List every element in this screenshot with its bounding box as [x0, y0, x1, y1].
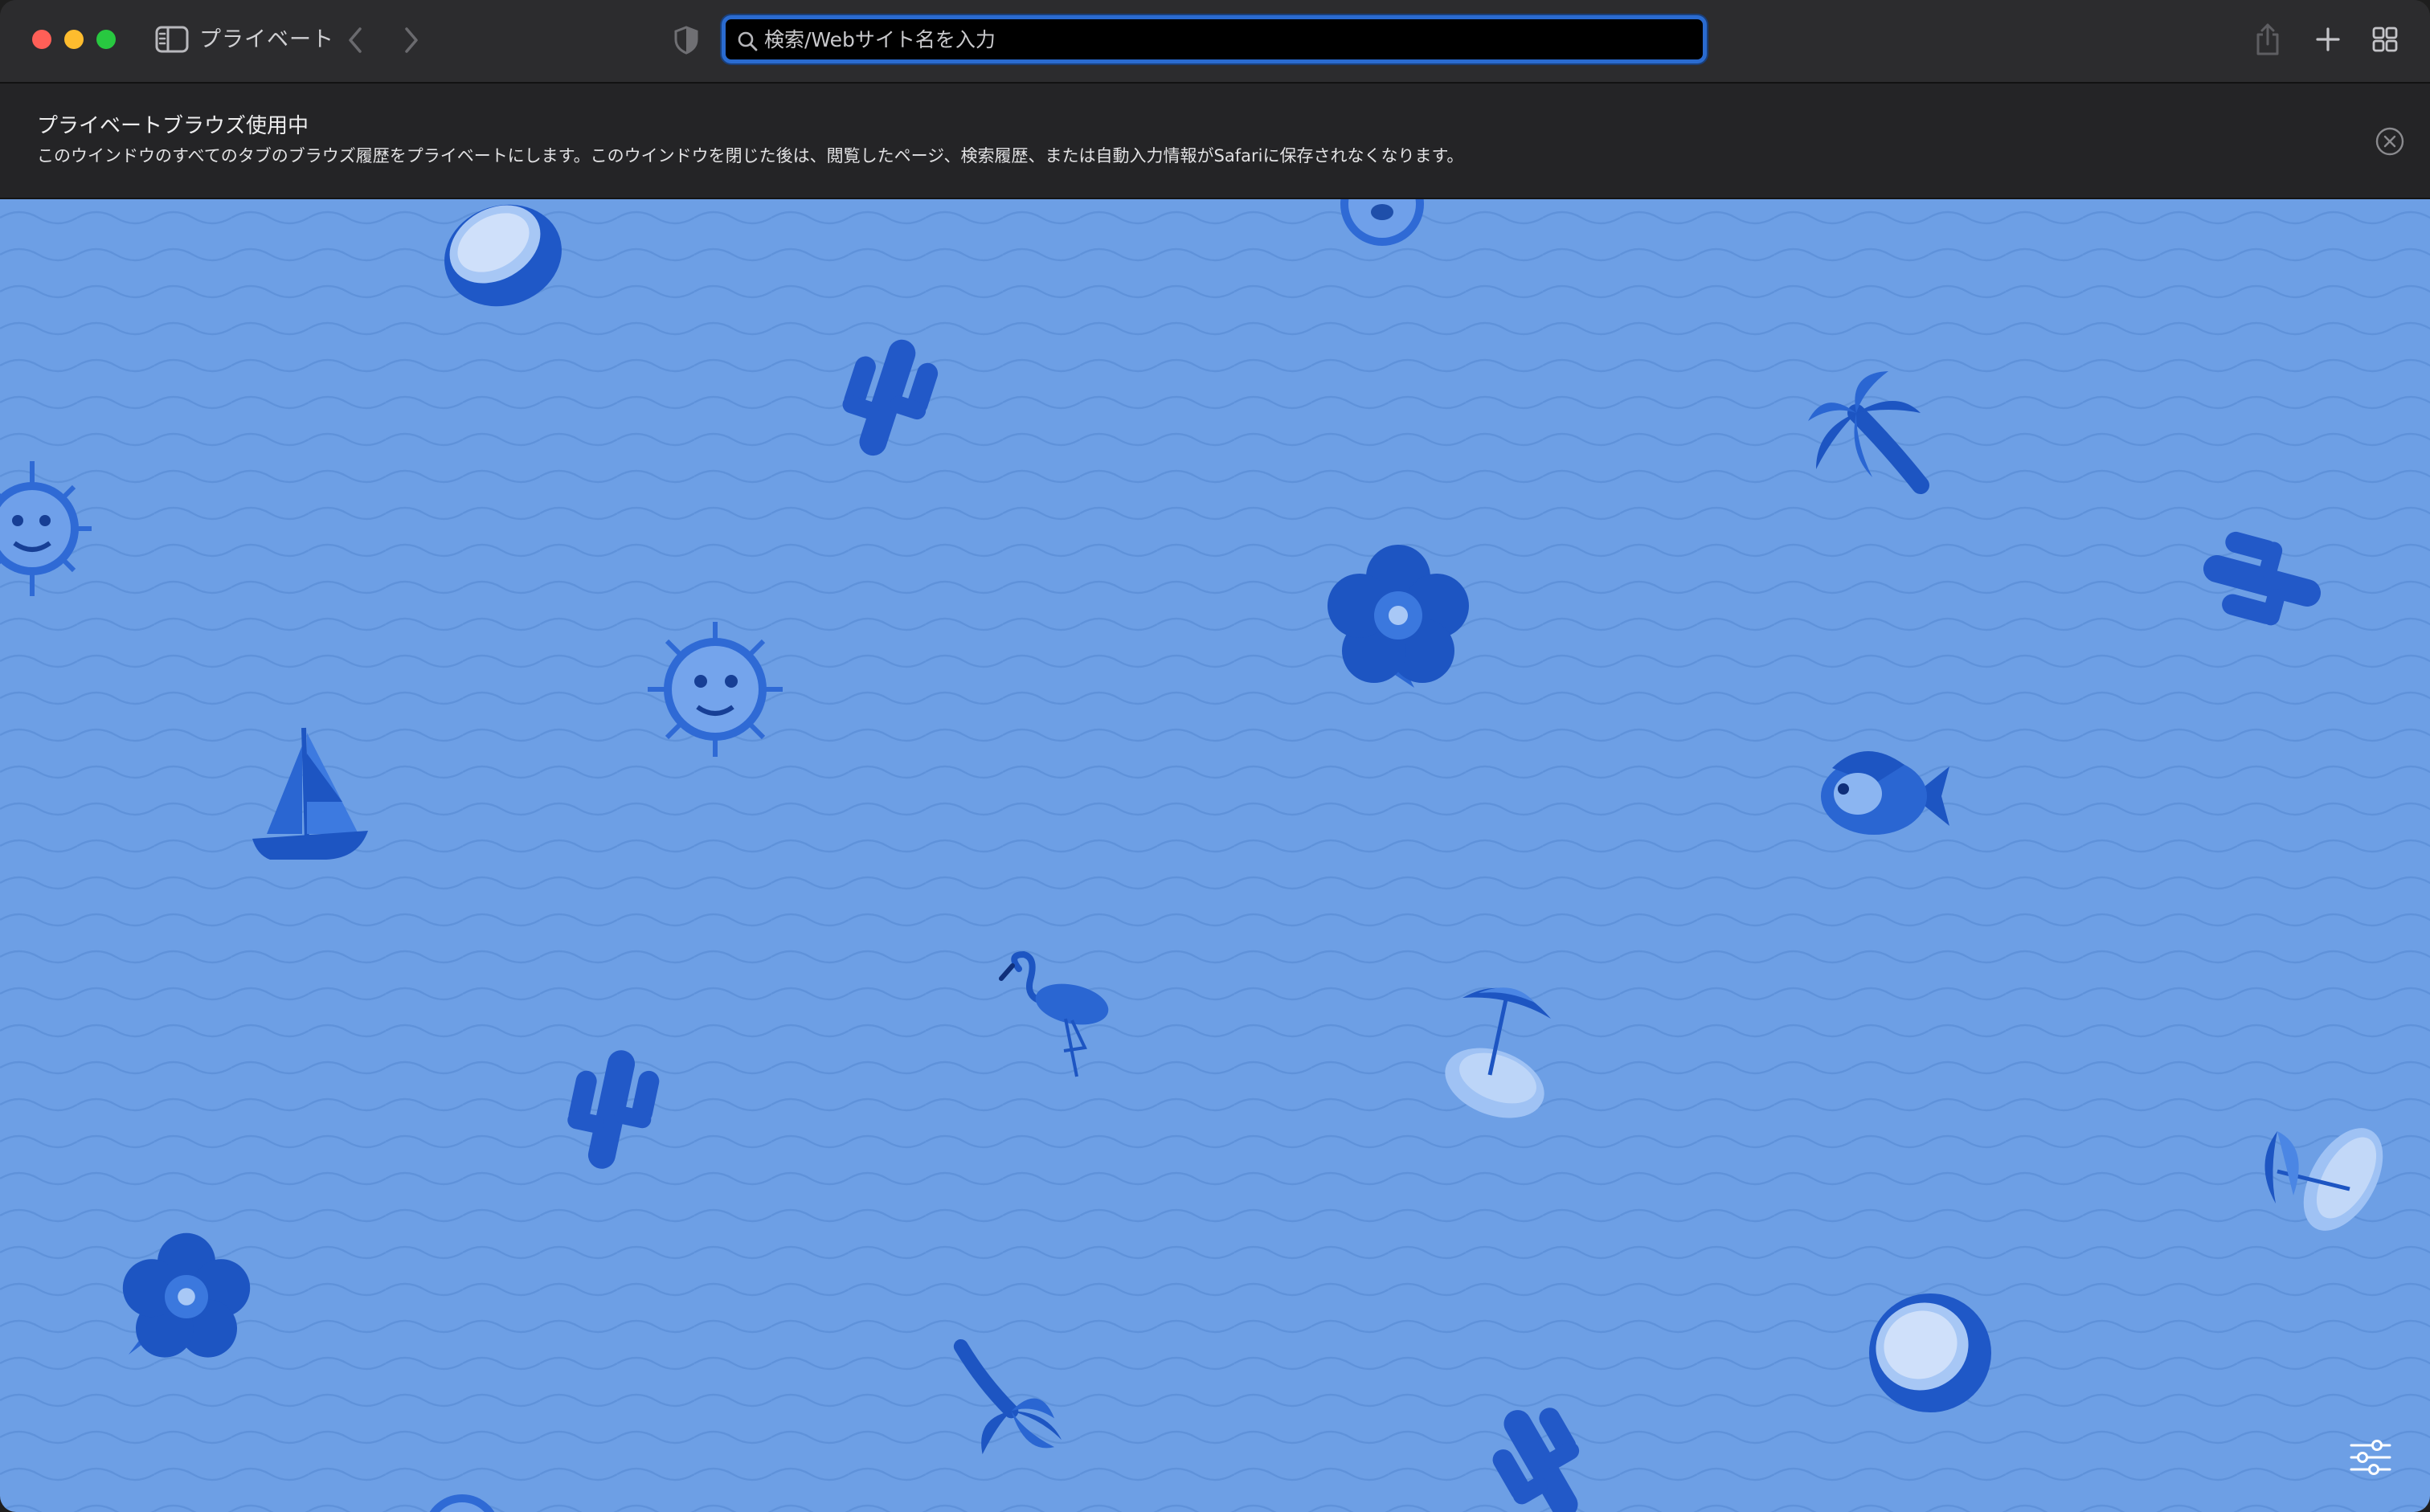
privacy-shield-icon [674, 26, 698, 55]
toolbar: プライベート [0, 0, 2430, 84]
privacy-report-button[interactable] [670, 23, 702, 57]
sailboat-icon [252, 727, 368, 860]
private-window-label[interactable]: プライベート [199, 24, 334, 56]
tab-overview-icon [2372, 27, 2398, 52]
palm-tree-icon [953, 1338, 1062, 1455]
search-icon [738, 31, 758, 51]
minimize-window-button[interactable] [64, 30, 84, 49]
tab-overview-button[interactable] [2369, 23, 2401, 55]
banner-close-button[interactable] [2374, 125, 2406, 157]
address-search-input[interactable] [764, 22, 1688, 56]
cactus-icon [1492, 1408, 1580, 1512]
sidebar-icon [155, 26, 189, 53]
sun-face-icon [648, 622, 783, 757]
close-circle-icon [2375, 127, 2404, 156]
cactus-icon [2203, 531, 2322, 626]
address-bar[interactable] [722, 15, 1707, 63]
sun-face-icon [429, 1494, 495, 1512]
coconut-icon [444, 204, 562, 307]
forward-button[interactable] [397, 22, 426, 58]
chevron-left-icon [349, 27, 362, 53]
hibiscus-icon [122, 1232, 251, 1358]
start-page-background [0, 199, 2430, 1512]
share-icon [2256, 23, 2279, 55]
new-tab-button[interactable] [2311, 22, 2345, 56]
tropical-fish-icon [1821, 750, 1949, 835]
banner-title: プライベートブラウズ使用中 [37, 114, 309, 138]
beach-umbrella-island-icon [1445, 987, 1551, 1118]
palm-tree-icon [1808, 371, 1929, 494]
cactus-icon [842, 339, 939, 456]
customize-start-page-button[interactable] [2346, 1433, 2395, 1481]
coconut-icon [1869, 1293, 1991, 1412]
chevron-right-icon [405, 27, 418, 53]
private-browsing-banner: プライベートブラウズ使用中 このウインドウのすべてのタブのブラウズ履歴をプライベ… [0, 84, 2430, 199]
plus-icon [2316, 27, 2340, 51]
zoom-window-button[interactable] [96, 30, 116, 49]
safari-window: プライベート 検索/Webサイト名を入力 プライベートブラウズ使用中 このウイン… [0, 0, 2430, 1512]
hibiscus-icon [1328, 545, 1469, 688]
close-window-button[interactable] [32, 30, 51, 49]
cactus-icon [567, 1050, 660, 1169]
flamingo-icon [999, 950, 1109, 1077]
sliders-icon [2350, 1440, 2391, 1475]
share-button[interactable] [2252, 19, 2284, 59]
sun-face-icon [0, 461, 92, 596]
back-button[interactable] [341, 22, 370, 58]
sun-face-icon [1340, 199, 1424, 246]
sidebar-toggle-button[interactable] [154, 24, 190, 55]
banner-description: このウインドウのすべてのタブのブラウズ履歴をプライベートにします。このウインドウ… [37, 146, 1464, 166]
beach-umbrella-island-icon [2264, 1128, 2383, 1231]
